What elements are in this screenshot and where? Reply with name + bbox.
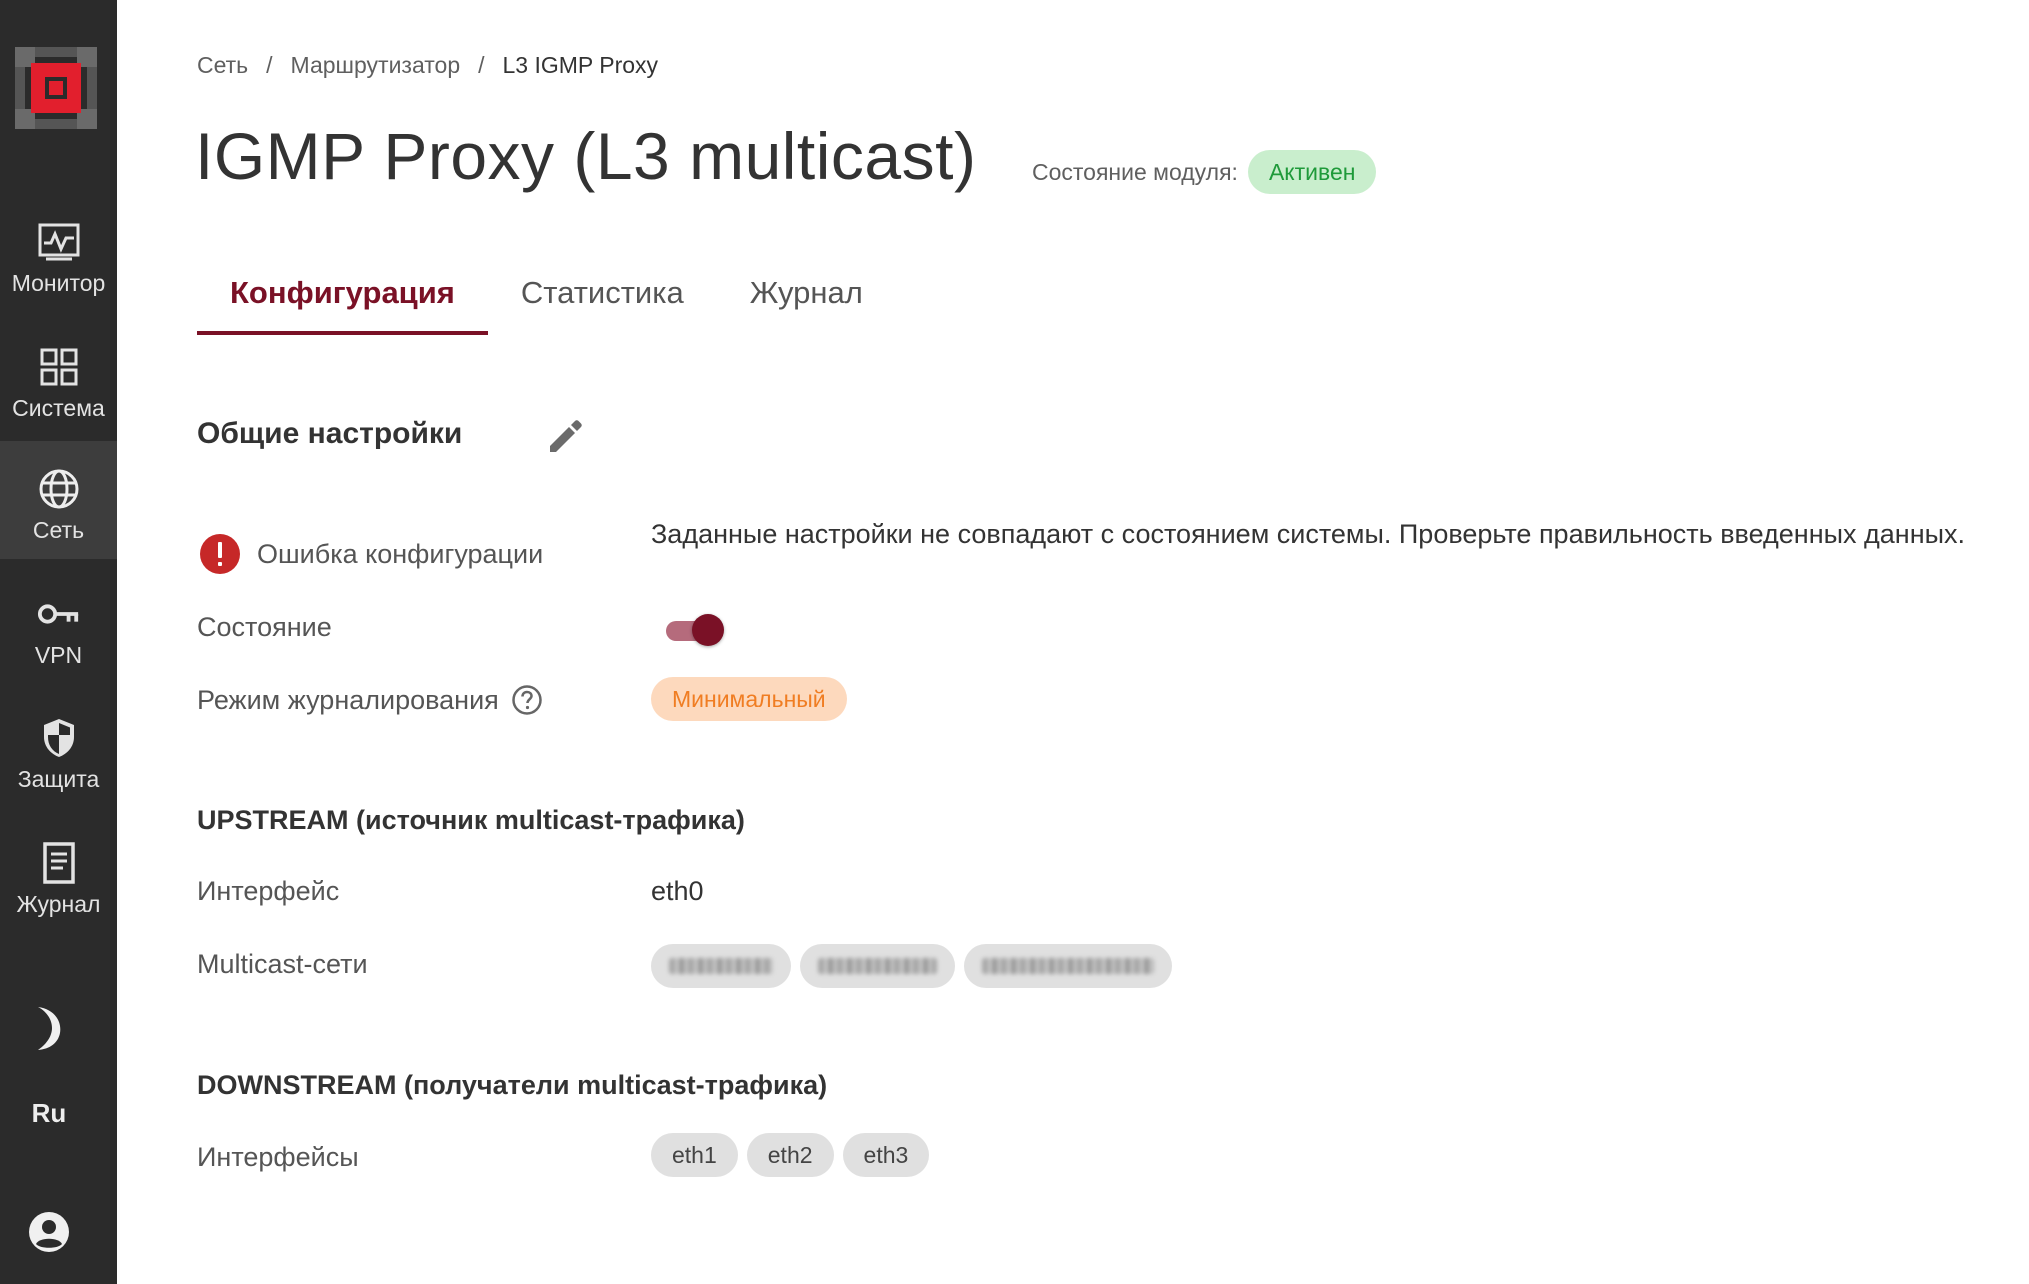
general-settings-title: Общие настройки [197,417,463,450]
breadcrumb: Сеть / Маршрутизатор / L3 IGMP Proxy [197,52,658,79]
language-switch[interactable]: Ru [0,1098,98,1129]
key-icon [37,592,81,636]
moon-icon[interactable] [24,1003,74,1053]
toggle-thumb [692,614,724,646]
sidebar: Монитор Система Сеть VPN Защита Журнал R… [0,0,117,1284]
sidebar-item-protection[interactable]: Защита [0,690,117,808]
sidebar-item-label: Сеть [32,517,85,543]
tab-journal[interactable]: Журнал [717,270,896,331]
interface-chip-eth3[interactable]: eth3 [842,1133,930,1177]
tab-configuration[interactable]: Конфигурация [197,270,488,335]
downstream-interfaces-list: eth1 eth2 eth3 [651,1133,930,1177]
edit-pencil-icon[interactable] [544,414,588,458]
document-icon [37,841,81,885]
upstream-interface-value: eth0 [651,876,704,906]
sidebar-item-label: Защита [17,766,100,792]
breadcrumb-separator: / [478,52,485,78]
app-logo[interactable] [15,47,97,129]
log-mode-label-text: Режим журналирования [197,684,499,715]
globe-icon [37,467,81,511]
breadcrumb-current: L3 IGMP Proxy [502,52,659,78]
blurred-text [982,958,1154,974]
config-error-label: Ошибка конфигурации [199,533,543,575]
module-state: Состояние модуля: Активен [1032,150,1377,194]
state-toggle[interactable] [664,612,726,648]
upstream-title: UPSTREAM (источник multicast-трафика) [197,805,745,835]
sidebar-item-label: Система [12,395,105,421]
multicast-network-chip[interactable] [651,944,791,988]
config-error-text: Ошибка конфигурации [257,538,544,569]
sidebar-item-label: Журнал [16,891,101,917]
tab-bar: Конфигурация Статистика Журнал [197,270,896,335]
blurred-text [818,958,937,974]
help-icon[interactable] [511,684,543,716]
upstream-interface-label: Интерфейс [197,876,340,906]
grid-icon [37,345,81,389]
log-mode-badge: Минимальный [651,677,847,721]
sidebar-item-label: Монитор [11,270,106,296]
page-title: IGMP Proxy (L3 multicast) [195,119,977,193]
breadcrumb-separator: / [266,52,273,78]
breadcrumb-item-network[interactable]: Сеть [197,52,248,79]
status-badge: Активен [1247,150,1377,194]
breadcrumb-item-router[interactable]: Маршрутизатор [291,52,461,79]
account-icon[interactable] [27,1210,71,1254]
multicast-network-chip[interactable] [800,944,955,988]
multicast-network-chip[interactable] [964,944,1172,988]
downstream-interfaces-label: Интерфейсы [197,1142,359,1172]
sidebar-item-system[interactable]: Система [0,319,117,437]
module-state-label: Состояние модуля: [1032,158,1238,185]
monitor-icon [37,220,81,264]
multicast-networks-list [651,944,1172,988]
blurred-text [669,958,773,974]
multicast-networks-label: Multicast-сети [197,949,368,979]
sidebar-item-network[interactable]: Сеть [0,441,117,559]
sidebar-item-label: VPN [34,642,83,668]
downstream-title: DOWNSTREAM (получатели multicast-трафика… [197,1070,828,1100]
sidebar-item-vpn[interactable]: VPN [0,566,117,684]
state-label: Состояние [197,612,332,642]
shield-icon [37,716,81,760]
sidebar-item-monitor[interactable]: Монитор [0,194,117,312]
tab-statistics[interactable]: Статистика [488,270,717,331]
error-icon [200,534,240,574]
interface-chip-eth2[interactable]: eth2 [746,1133,834,1177]
sidebar-item-journal[interactable]: Журнал [0,815,117,933]
log-mode-label: Режим журналирования [197,684,543,716]
config-error-message: Заданные настройки не совпадают с состоя… [651,519,1966,549]
interface-chip-eth1[interactable]: eth1 [651,1133,738,1177]
